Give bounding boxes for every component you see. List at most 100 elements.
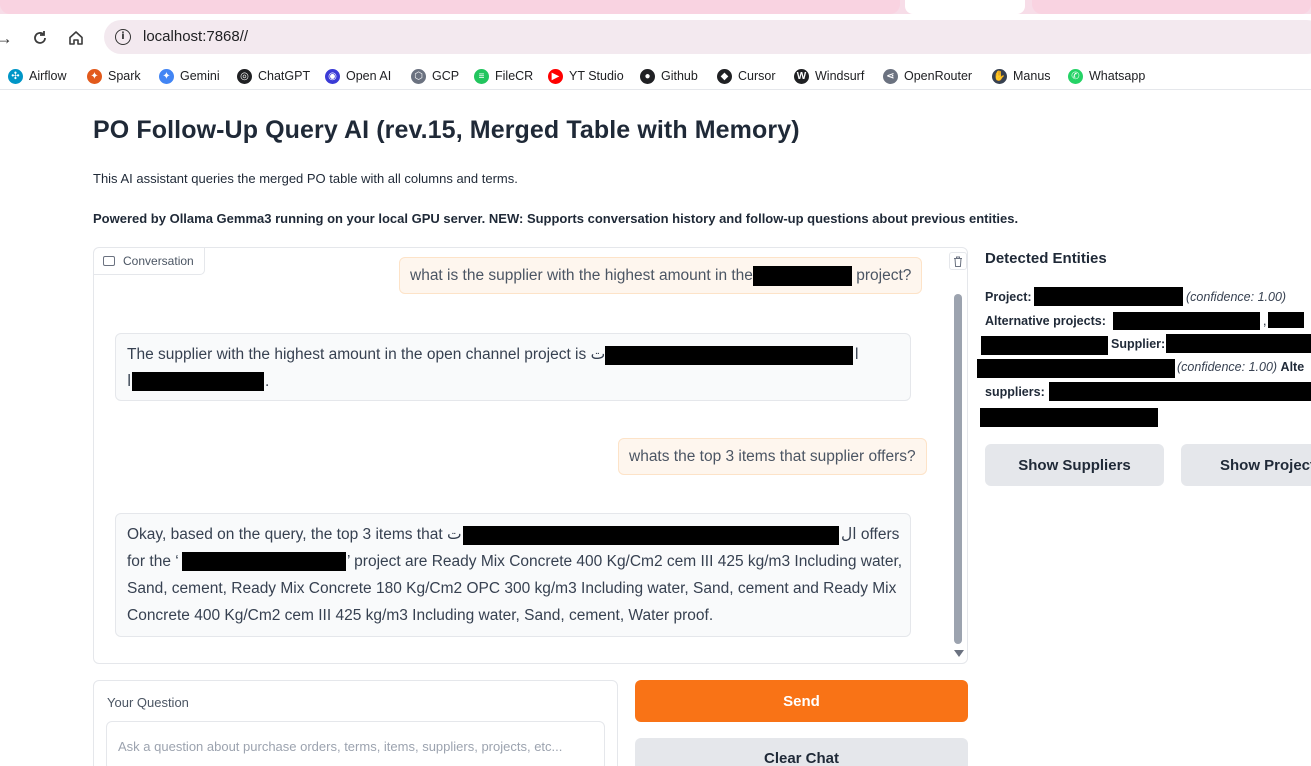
url-text[interactable]: localhost:7868// bbox=[143, 28, 248, 45]
message-text: . bbox=[265, 373, 270, 390]
github-icon: ● bbox=[640, 68, 655, 84]
separator-text: , bbox=[1263, 314, 1267, 328]
conversation-label: Conversation bbox=[94, 248, 205, 275]
bookmark-item[interactable]: ⋖ OpenRouter bbox=[883, 67, 972, 85]
user-message: whats the top 3 items that supplier offe… bbox=[618, 438, 927, 475]
browser-toolbar: → i localhost:7868// bbox=[0, 14, 1311, 62]
user-message: what is the supplier with the highest am… bbox=[399, 257, 923, 294]
message-text: project? bbox=[856, 267, 912, 284]
bookmark-label: Whatsapp bbox=[1089, 69, 1146, 83]
bookmarks-bar: ✣ Airflow ✦ Spark ✦ Gemini ◎ ChatGPT ◉ Open AI ⬡ GC… bbox=[0, 62, 1311, 90]
manus-icon: ✋ bbox=[992, 68, 1007, 84]
bookmark-label: Cursor bbox=[738, 69, 776, 83]
conversation-panel: Conversation what is the supplier with t… bbox=[93, 247, 968, 664]
browser-tab[interactable] bbox=[1032, 0, 1311, 14]
forward-icon[interactable]: → bbox=[0, 26, 16, 50]
redacted-block bbox=[1034, 287, 1183, 306]
redacted-block bbox=[1049, 382, 1311, 401]
message-text: ال offers bbox=[841, 526, 900, 543]
site-info-icon[interactable]: i bbox=[115, 29, 131, 45]
bookmark-item[interactable]: ▶ YT Studio bbox=[548, 67, 624, 85]
message-text: Okay, based on the query, the top 3 item… bbox=[127, 526, 462, 543]
cursor-icon: ◆ bbox=[717, 68, 732, 84]
bookmark-label: Github bbox=[661, 69, 698, 83]
entity-label: Supplier: bbox=[1111, 337, 1166, 351]
trash-icon[interactable] bbox=[949, 252, 967, 270]
tab-strip bbox=[0, 0, 1311, 14]
windsurf-icon: W bbox=[794, 68, 809, 84]
address-bar[interactable]: i localhost:7868// bbox=[104, 20, 1311, 54]
redacted-block bbox=[980, 408, 1158, 427]
bookmark-label: Manus bbox=[1013, 69, 1051, 83]
message-text: l bbox=[855, 346, 859, 363]
redacted-block bbox=[132, 372, 264, 391]
bookmark-item[interactable]: ◉ Open AI bbox=[325, 67, 391, 85]
bookmark-item[interactable]: ✦ Gemini bbox=[159, 67, 220, 85]
entities-title: Detected Entities bbox=[985, 250, 1107, 267]
openrouter-icon: ⋖ bbox=[883, 68, 898, 84]
redacted-block bbox=[752, 265, 852, 286]
browser-tab-active[interactable] bbox=[905, 0, 1025, 14]
bookmark-label: Spark bbox=[108, 69, 141, 83]
entity-supplier: Supplier: bbox=[1111, 337, 1165, 351]
bookmark-item[interactable]: ✣ Airflow bbox=[8, 67, 67, 85]
page-description: This AI assistant queries the merged PO … bbox=[93, 171, 518, 186]
airflow-icon: ✣ bbox=[8, 68, 23, 84]
powered-by-note: Powered by Ollama Gemma3 running on your… bbox=[93, 211, 1019, 226]
bookmark-item[interactable]: ◎ ChatGPT bbox=[237, 67, 310, 85]
bookmark-label: OpenRouter bbox=[904, 69, 973, 83]
message-text: ’ project are Ready Mix Concrete 400 Kg/… bbox=[127, 553, 903, 624]
chat-bubble-icon bbox=[103, 256, 115, 266]
bookmark-item[interactable]: ✦ Spark bbox=[87, 67, 141, 85]
bookmark-item[interactable]: ✋ Manus bbox=[992, 67, 1051, 85]
browser-tab[interactable] bbox=[0, 0, 900, 14]
send-button[interactable]: Send bbox=[635, 680, 968, 722]
assistant-message: The supplier with the highest amount in … bbox=[115, 333, 911, 401]
show-projects-button[interactable]: Show Project bbox=[1181, 444, 1311, 486]
message-text: ا bbox=[127, 373, 132, 390]
bookmark-label: Airflow bbox=[29, 69, 67, 83]
confidence-text: (confidence: 1.00) bbox=[1186, 290, 1286, 304]
entity-project: Project: bbox=[985, 290, 1032, 304]
entity-label: Project: bbox=[985, 290, 1032, 304]
assistant-message: Okay, based on the query, the top 3 item… bbox=[115, 513, 911, 637]
reload-icon[interactable] bbox=[28, 26, 52, 50]
question-label: Your Question bbox=[107, 695, 189, 710]
clear-chat-button[interactable]: Clear Chat bbox=[635, 738, 968, 766]
entity-label: Alte bbox=[1280, 360, 1305, 374]
bookmark-label: Open AI bbox=[346, 69, 392, 83]
filecr-icon: ≡ bbox=[474, 68, 489, 84]
chat-scrollbar[interactable] bbox=[954, 294, 962, 644]
show-suppliers-button[interactable]: Show Suppliers bbox=[985, 444, 1164, 486]
entity-alt-projects: Alternative projects: bbox=[985, 314, 1106, 328]
confidence-value: (confidence: 1.00) bbox=[1186, 290, 1287, 304]
redacted-block bbox=[981, 336, 1108, 355]
redacted-block bbox=[1166, 334, 1311, 353]
entity-label: suppliers: bbox=[985, 385, 1045, 399]
home-icon[interactable] bbox=[64, 26, 88, 50]
bookmark-label: FileCR bbox=[495, 69, 534, 83]
scroll-down-icon[interactable] bbox=[954, 650, 964, 657]
bookmark-item[interactable]: W Windsurf bbox=[794, 67, 864, 85]
redacted-block bbox=[977, 359, 1175, 378]
question-input[interactable] bbox=[106, 721, 605, 766]
bookmark-label: Gemini bbox=[180, 69, 220, 83]
bookmark-item[interactable]: ◆ Cursor bbox=[717, 67, 776, 85]
redacted-block bbox=[463, 526, 839, 545]
bookmark-label: GCP bbox=[432, 69, 460, 83]
openai-icon: ◉ bbox=[325, 68, 340, 84]
bookmark-item[interactable]: ⬡ GCP bbox=[411, 67, 459, 85]
message-text: The supplier with the highest amount in … bbox=[127, 346, 606, 363]
bookmark-item[interactable]: ● Github bbox=[640, 67, 698, 85]
redacted-block bbox=[1113, 312, 1260, 330]
redacted-block bbox=[605, 346, 853, 365]
bookmark-label: YT Studio bbox=[569, 69, 624, 83]
gemini-icon: ✦ bbox=[159, 68, 174, 84]
bookmark-label: Windsurf bbox=[815, 69, 865, 83]
bookmark-item[interactable]: ≡ FileCR bbox=[474, 67, 533, 85]
whatsapp-icon: ✆ bbox=[1068, 68, 1083, 84]
entity-label: Alternative projects: bbox=[985, 314, 1106, 328]
redacted-block bbox=[1268, 312, 1304, 328]
youtube-icon: ▶ bbox=[548, 68, 563, 84]
bookmark-item[interactable]: ✆ Whatsapp bbox=[1068, 67, 1145, 85]
